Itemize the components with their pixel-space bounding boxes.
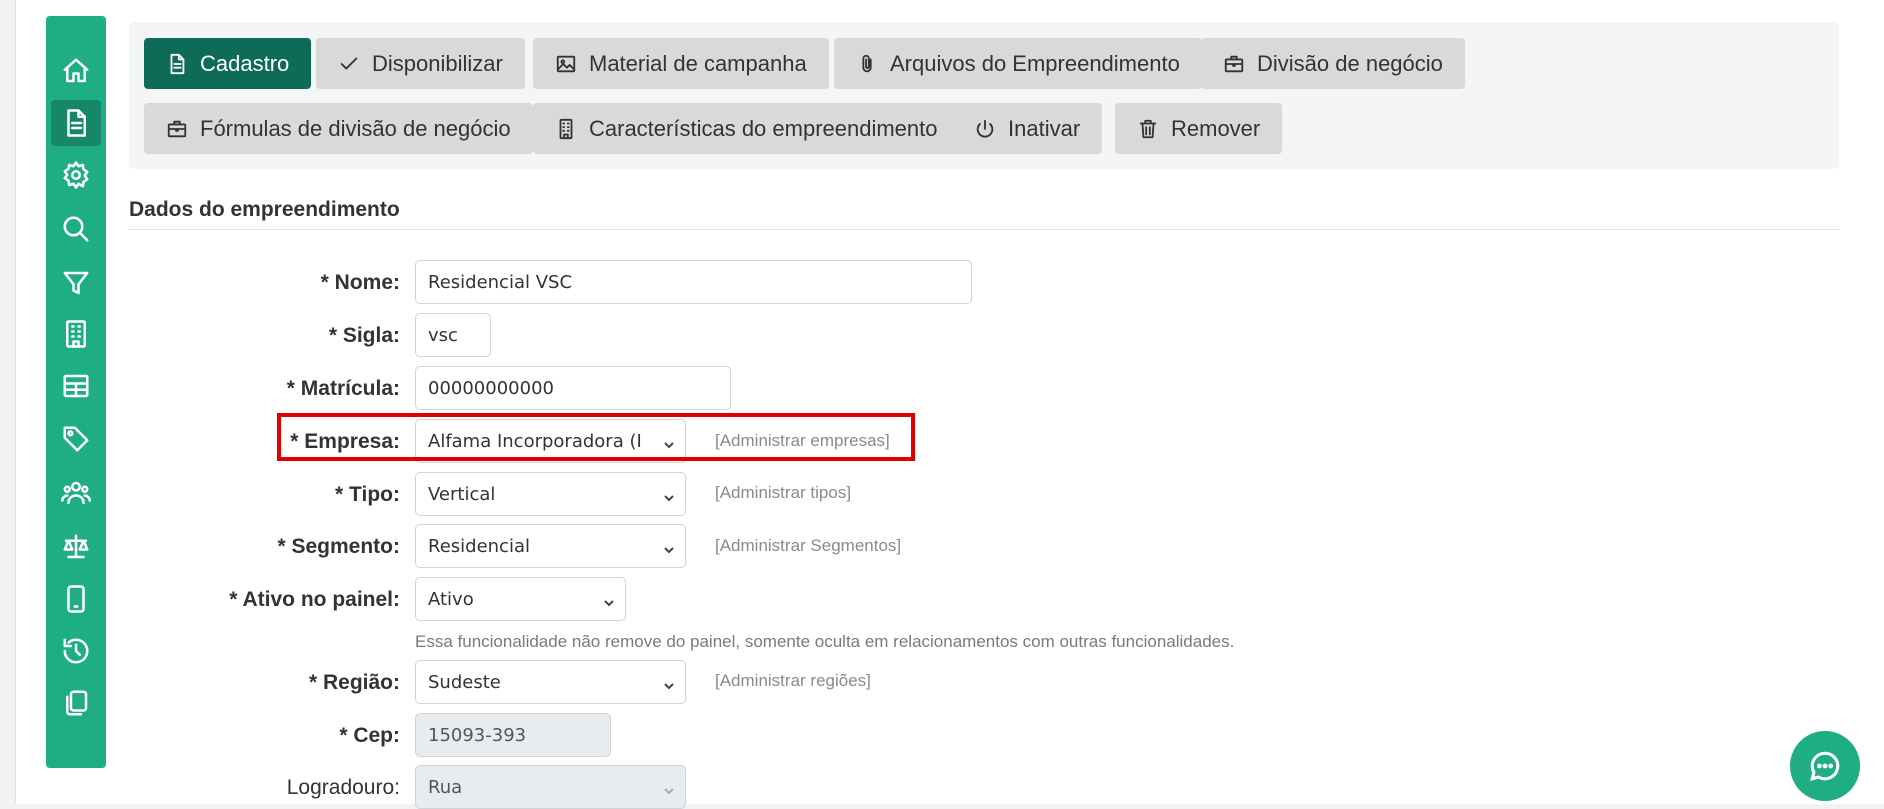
- building-icon: [66, 320, 86, 348]
- cep-label: * Cep:: [339, 724, 400, 747]
- segmento-value: Residencial: [428, 535, 530, 557]
- chevron-down-icon: [663, 488, 675, 502]
- document-icon: [170, 53, 185, 74]
- chevron-down-icon: [663, 781, 675, 795]
- ativo-label: * Ativo no painel:: [229, 588, 400, 611]
- inativar-label: Inativar: [1008, 115, 1081, 141]
- image-icon: [556, 55, 576, 72]
- sidebar-item-history[interactable]: [51, 628, 101, 674]
- ativo-select[interactable]: Ativo: [415, 577, 626, 621]
- administrar-regioes-link[interactable]: [Administrar regiões]: [715, 671, 871, 691]
- segmento-select[interactable]: Residencial: [415, 524, 686, 568]
- sigla-value: vsc: [428, 324, 458, 346]
- sidebar-item-users[interactable]: [51, 470, 101, 516]
- section-divider: [129, 229, 1839, 230]
- sidebar-item-tags[interactable]: [51, 416, 101, 462]
- sidebar-item-filter[interactable]: [51, 260, 101, 306]
- arquivos-label: Arquivos do Empreendimento: [890, 50, 1180, 76]
- cep-input[interactable]: 15093-393: [415, 713, 611, 757]
- disponibilizar-button[interactable]: Disponibilizar: [316, 38, 525, 89]
- briefcase-icon: [167, 120, 187, 137]
- tag-icon: [63, 426, 89, 452]
- matricula-label: * Matrícula:: [286, 377, 400, 400]
- trash-icon: [1139, 119, 1157, 138]
- history-icon: [63, 638, 89, 664]
- sidebar-item-legal[interactable]: [51, 524, 101, 570]
- administrar-segmentos-link[interactable]: [Administrar Segmentos]: [715, 536, 901, 556]
- building-icon: [559, 118, 573, 139]
- sigla-input[interactable]: vsc: [415, 313, 491, 357]
- cadastro-label: Cadastro: [200, 50, 290, 76]
- logradouro-value: Rua: [428, 776, 463, 798]
- nome-label: * Nome:: [320, 271, 400, 294]
- paperclip-icon: [862, 54, 872, 72]
- chevron-down-icon: [603, 593, 615, 607]
- sidebar-item-copy[interactable]: [51, 680, 101, 726]
- sidebar-item-buildings[interactable]: [51, 311, 101, 357]
- copy-icon: [66, 690, 88, 716]
- sidebar-item-table[interactable]: [51, 363, 101, 409]
- scale-icon: [63, 534, 89, 559]
- ativo-value: Ativo: [428, 588, 474, 610]
- table-icon: [63, 374, 89, 398]
- disponibilizar-label: Disponibilizar: [372, 50, 503, 76]
- power-icon: [976, 119, 994, 138]
- tipo-select[interactable]: Vertical: [415, 472, 686, 516]
- gear-icon: [63, 161, 89, 189]
- caracteristicas-label: Características do empreendimento: [589, 115, 938, 141]
- home-icon: [63, 58, 89, 83]
- inativar-button[interactable]: Inativar: [952, 103, 1103, 154]
- formulas-divisao-label: Fórmulas de divisão de negócio: [200, 115, 511, 141]
- tipo-value: Vertical: [428, 483, 496, 505]
- matricula-input[interactable]: 00000000000: [415, 366, 731, 410]
- search-icon: [63, 216, 89, 242]
- regiao-select[interactable]: Sudeste: [415, 660, 686, 704]
- nome-value: Residencial VSC: [428, 271, 573, 293]
- users-icon: [61, 481, 91, 505]
- regiao-label: * Região:: [308, 671, 400, 694]
- logradouro-select[interactable]: Rua: [415, 765, 686, 809]
- sidebar-item-home[interactable]: [51, 48, 101, 94]
- formulas-divisao-button[interactable]: Fórmulas de divisão de negócio: [144, 103, 533, 154]
- sidebar-item-search[interactable]: [51, 206, 101, 252]
- matricula-value: 00000000000: [428, 377, 554, 399]
- mobile-icon: [67, 585, 85, 613]
- remover-label: Remover: [1171, 115, 1261, 141]
- filter-icon: [63, 271, 89, 295]
- ativo-help-text: Essa funcionalidade não remove do painel…: [415, 632, 1235, 651]
- material-campanha-button[interactable]: Material de campanha: [533, 38, 829, 89]
- arquivos-button[interactable]: Arquivos do Empreendimento: [834, 38, 1202, 89]
- cep-value: 15093-393: [428, 724, 527, 746]
- document-icon: [67, 109, 86, 137]
- sigla-label: * Sigla:: [328, 324, 400, 347]
- divisao-negocio-label: Divisão de negócio: [1257, 50, 1443, 76]
- sidebar-item-settings[interactable]: [51, 152, 101, 198]
- administrar-tipos-link[interactable]: [Administrar tipos]: [715, 483, 851, 503]
- sidebar-item-cadastro[interactable]: [51, 100, 101, 146]
- check-icon: [340, 57, 358, 69]
- section-title: Dados do empreendimento: [129, 198, 400, 221]
- chevron-down-icon: [663, 676, 675, 690]
- chevron-down-icon: [663, 540, 675, 554]
- caracteristicas-button[interactable]: Características do empreendimento: [533, 103, 960, 154]
- segmento-label: * Segmento:: [277, 535, 400, 558]
- logradouro-label: Logradouro:: [286, 776, 400, 799]
- sidebar-item-mobile[interactable]: [51, 576, 101, 622]
- chat-icon: [1810, 751, 1840, 781]
- briefcase-icon: [1224, 55, 1244, 72]
- tipo-label: * Tipo:: [335, 483, 400, 506]
- material-campanha-label: Material de campanha: [589, 50, 807, 76]
- remover-button[interactable]: Remover: [1115, 103, 1283, 154]
- cadastro-button[interactable]: Cadastro: [144, 38, 312, 89]
- sidebar: [46, 16, 106, 768]
- chat-button[interactable]: [1790, 731, 1860, 801]
- regiao-value: Sudeste: [428, 671, 501, 693]
- divisao-negocio-button[interactable]: Divisão de negócio: [1201, 38, 1465, 89]
- highlight-box: [277, 413, 915, 461]
- nome-input[interactable]: Residencial VSC: [415, 260, 972, 304]
